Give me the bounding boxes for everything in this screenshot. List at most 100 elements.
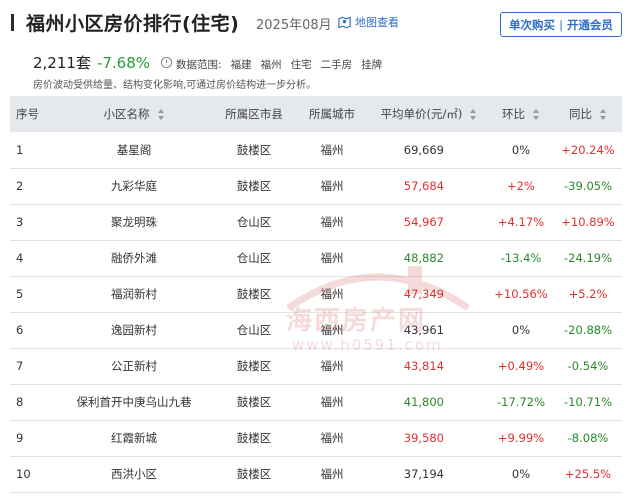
community-name-cell[interactable]: 九彩华庭 bbox=[54, 168, 214, 204]
page-title: 福州小区房价排行(住宅) bbox=[26, 13, 240, 35]
table-header-row: 序号 小区名称 所属区市县 所属城市 平均单价(元/㎡) 环比 同比 bbox=[10, 96, 622, 132]
map-view-label: 地图查看 bbox=[355, 16, 399, 29]
community-name-cell[interactable]: 聚龙明珠 bbox=[54, 204, 214, 240]
col-mom[interactable]: 环比 bbox=[488, 96, 554, 132]
yoy-cell: +10.89% bbox=[561, 215, 615, 229]
avg-price-cell: 41,800 bbox=[403, 395, 444, 409]
buy-once-button[interactable]: 单次购买 bbox=[509, 17, 555, 33]
district-cell: 鼓楼区 bbox=[236, 467, 272, 481]
title-accent-bar bbox=[11, 14, 14, 31]
table-row[interactable]: 10 西洪小区 鼓楼区 福州 37,194 0% +25.5% bbox=[10, 456, 622, 492]
scope-tag-type: 住宅 bbox=[290, 59, 312, 71]
mom-cell: +2% bbox=[507, 179, 535, 193]
avg-price-cell: 37,194 bbox=[403, 467, 444, 481]
avg-price-cell: 39,580 bbox=[403, 431, 444, 445]
avg-price-cell: 57,684 bbox=[403, 179, 444, 193]
community-name-cell[interactable]: 保利首开中庚乌山九巷 bbox=[54, 384, 214, 420]
yoy-cell: -0.54% bbox=[567, 359, 609, 373]
district-cell: 鼓楼区 bbox=[236, 359, 272, 373]
community-name-cell[interactable]: 红霞新城 bbox=[54, 420, 214, 456]
scope-tag-source: 挂牌 bbox=[361, 59, 383, 71]
rank-cell: 1 bbox=[16, 142, 24, 157]
yoy-cell: +25.5% bbox=[564, 467, 612, 481]
page-header: 福州小区房价排行(住宅) 2025年08月 地图查看 单次购买 | 开通会员 bbox=[0, 0, 640, 46]
yoy-cell: +20.24% bbox=[561, 142, 615, 157]
community-name-cell[interactable]: 公正新村 bbox=[54, 348, 214, 384]
community-name-cell[interactable]: 西洪小区 bbox=[54, 456, 214, 492]
city-cell: 福州 bbox=[320, 142, 344, 157]
sort-icon[interactable] bbox=[533, 109, 540, 120]
district-cell: 鼓楼区 bbox=[236, 395, 272, 409]
community-name-cell[interactable]: 逸园新村 bbox=[54, 312, 214, 348]
community-name-cell[interactable]: 基星阁 bbox=[54, 132, 214, 168]
sort-icon[interactable] bbox=[600, 109, 607, 120]
district-cell: 仓山区 bbox=[236, 251, 272, 265]
rank-cell: 10 bbox=[16, 467, 31, 481]
table-row[interactable]: 5 福润新村 鼓楼区 福州 47,349 +10.56% +5.2% bbox=[10, 276, 622, 312]
rank-cell: 9 bbox=[16, 431, 24, 445]
table-row[interactable]: 9 红霞新城 鼓楼区 福州 39,580 +9.99% -8.08% bbox=[10, 420, 622, 456]
listing-count: 2,211套 bbox=[33, 54, 91, 72]
district-cell: 鼓楼区 bbox=[236, 142, 272, 157]
city-cell: 福州 bbox=[320, 251, 344, 265]
col-community-name[interactable]: 小区名称 bbox=[54, 96, 214, 132]
table-row[interactable]: 4 融侨外滩 仓山区 福州 48,882 -13.4% -24.19% bbox=[10, 240, 622, 276]
table-row[interactable]: 8 保利首开中庚乌山九巷 鼓楼区 福州 41,800 -17.72% -10.71% bbox=[10, 384, 622, 420]
table-row[interactable]: 6 逸园新村 仓山区 福州 43,961 0% -20.88% bbox=[10, 312, 622, 348]
mom-cell: 0% bbox=[511, 467, 531, 481]
city-cell: 福州 bbox=[320, 395, 344, 409]
table-row[interactable]: 1 基星阁 鼓楼区 福州 69,669 0% +20.24% bbox=[10, 132, 622, 168]
open-membership-button[interactable]: 开通会员 bbox=[567, 17, 613, 33]
avg-price-cell: 47,349 bbox=[403, 287, 444, 301]
yoy-cell: -24.19% bbox=[564, 251, 612, 265]
scope-tag-city: 福州 bbox=[260, 59, 282, 71]
rank-cell: 2 bbox=[16, 179, 24, 193]
community-name-cell[interactable]: 融侨外滩 bbox=[54, 240, 214, 276]
rank-cell: 3 bbox=[16, 215, 24, 229]
scope-tag-market: 二手房 bbox=[320, 59, 353, 71]
district-cell: 鼓楼区 bbox=[236, 431, 272, 445]
purchase-actions: 单次购买 | 开通会员 bbox=[500, 12, 622, 37]
district-cell: 鼓楼区 bbox=[236, 287, 272, 301]
avg-price-cell: 69,669 bbox=[403, 142, 444, 157]
rank-cell: 7 bbox=[16, 359, 24, 373]
col-yoy[interactable]: 同比 bbox=[554, 96, 622, 132]
avg-price-cell: 54,967 bbox=[403, 215, 444, 229]
col-avg-price[interactable]: 平均单价(元/㎡) bbox=[370, 96, 488, 132]
ranking-table: 序号 小区名称 所属区市县 所属城市 平均单价(元/㎡) 环比 同比 1 基星阁鼓… bbox=[10, 96, 622, 493]
mom-cell: -13.4% bbox=[500, 251, 542, 265]
scope-tag-province: 福建 bbox=[230, 59, 252, 71]
table-row[interactable]: 3 聚龙明珠 仓山区 福州 54,967 +4.17% +10.89% bbox=[10, 204, 622, 240]
district-cell: 仓山区 bbox=[236, 215, 272, 229]
mom-cell: -17.72% bbox=[497, 395, 545, 409]
rank-cell: 5 bbox=[16, 287, 24, 301]
mom-cell: +4.17% bbox=[497, 215, 545, 229]
yoy-cell: -8.08% bbox=[567, 431, 609, 445]
map-view-link[interactable]: 地图查看 bbox=[337, 14, 399, 30]
summary-stats: 2,211套 -7.68% 数据范围: 福建 福州 住宅 二手房 挂牌 bbox=[33, 52, 382, 73]
yoy-cell: -20.88% bbox=[564, 323, 612, 337]
avg-price-cell: 43,814 bbox=[403, 359, 444, 373]
city-cell: 福州 bbox=[320, 467, 344, 481]
community-name-cell[interactable]: 福润新村 bbox=[54, 276, 214, 312]
report-date: 2025年08月 bbox=[256, 18, 332, 33]
sort-icon[interactable] bbox=[157, 109, 165, 120]
sort-icon[interactable] bbox=[470, 109, 477, 120]
col-city: 所属城市 bbox=[309, 107, 355, 121]
city-cell: 福州 bbox=[320, 215, 344, 229]
yoy-cell: +5.2% bbox=[568, 287, 608, 301]
yoy-cell: -39.05% bbox=[564, 179, 612, 193]
data-scope-icon bbox=[160, 56, 173, 69]
mom-cell: 0% bbox=[511, 323, 531, 337]
avg-price-cell: 48,882 bbox=[403, 251, 444, 265]
yoy-cell: -10.71% bbox=[564, 395, 612, 409]
table-row[interactable]: 7 公正新村 鼓楼区 福州 43,814 +0.49% -0.54% bbox=[10, 348, 622, 384]
city-cell: 福州 bbox=[320, 323, 344, 337]
rank-cell: 8 bbox=[16, 395, 24, 409]
mom-cell: 0% bbox=[511, 142, 531, 157]
price-change: -7.68% bbox=[96, 54, 151, 72]
mom-cell: +9.99% bbox=[497, 431, 545, 445]
table-row[interactable]: 2 九彩华庭 鼓楼区 福州 57,684 +2% -39.05% bbox=[10, 168, 622, 204]
rank-cell: 6 bbox=[16, 323, 24, 337]
data-scope-label: 数据范围: bbox=[176, 59, 222, 71]
